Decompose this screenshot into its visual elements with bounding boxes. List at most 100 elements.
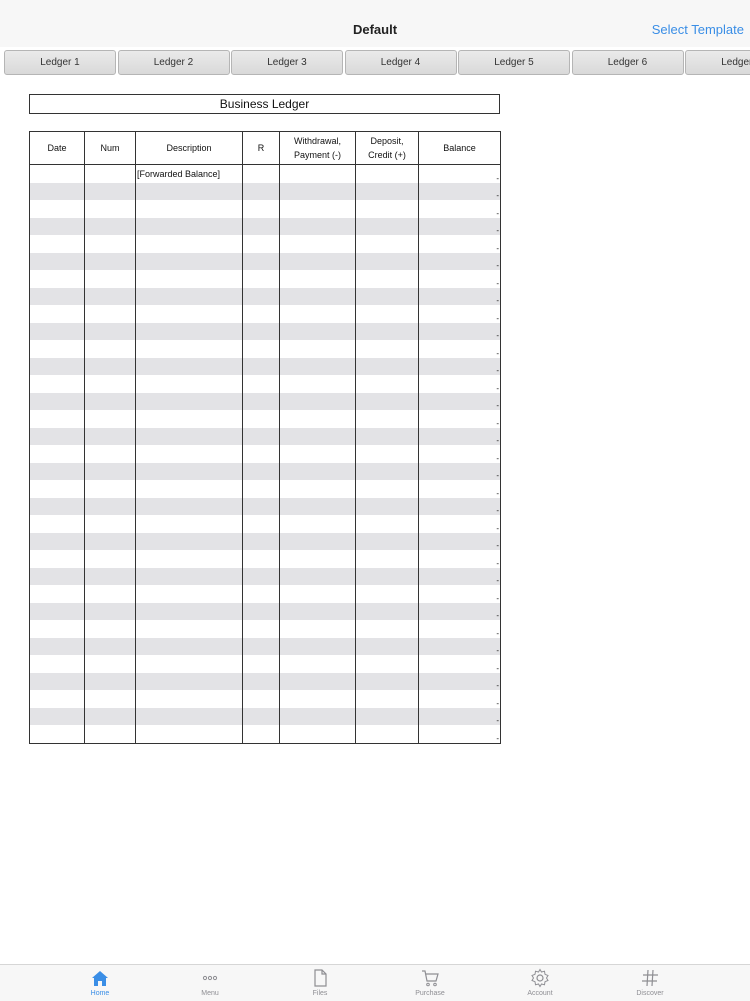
- ledger-cell-date[interactable]: [29, 287, 85, 305]
- ledger-cell-date[interactable]: [29, 445, 85, 463]
- ledger-cell-r[interactable]: [242, 637, 280, 655]
- ledger-cell-balance[interactable]: -: [418, 252, 501, 270]
- ledger-cell-date[interactable]: [29, 182, 85, 200]
- ledger-cell-r[interactable]: [242, 602, 280, 620]
- ledger-cell-r[interactable]: [242, 410, 280, 428]
- ledger-cell-date[interactable]: [29, 690, 85, 708]
- ledger-cell-description[interactable]: [135, 515, 243, 533]
- ledger-cell-deposit[interactable]: [355, 375, 419, 393]
- ledger-cell-balance[interactable]: -: [418, 672, 501, 690]
- ledger-cell-date[interactable]: [29, 515, 85, 533]
- tab-ledger-4[interactable]: Ledger 4: [344, 50, 457, 75]
- ledger-cell-deposit[interactable]: [355, 620, 419, 638]
- ledger-cell-deposit[interactable]: [355, 200, 419, 218]
- ledger-cell-date[interactable]: [29, 602, 85, 620]
- ledger-cell-r[interactable]: [242, 725, 280, 744]
- ledger-cell-deposit[interactable]: [355, 322, 419, 340]
- ledger-cell-deposit[interactable]: [355, 462, 419, 480]
- ledger-cell-balance[interactable]: -: [418, 357, 501, 375]
- ledger-cell-withdrawal[interactable]: [279, 620, 356, 638]
- ledger-cell-withdrawal[interactable]: [279, 550, 356, 568]
- ledger-cell-num[interactable]: [84, 357, 136, 375]
- ledger-cell-withdrawal[interactable]: [279, 585, 356, 603]
- ledger-cell-description[interactable]: [135, 707, 243, 725]
- ledger-cell-deposit[interactable]: [355, 410, 419, 428]
- ledger-cell-balance[interactable]: -: [418, 620, 501, 638]
- ledger-cell-deposit[interactable]: [355, 497, 419, 515]
- ledger-cell-r[interactable]: [242, 375, 280, 393]
- ledger-cell-withdrawal[interactable]: [279, 725, 356, 744]
- ledger-cell-description[interactable]: [135, 480, 243, 498]
- ledger-cell-withdrawal[interactable]: [279, 252, 356, 270]
- ledger-cell-balance[interactable]: -: [418, 567, 501, 585]
- ledger-cell-deposit[interactable]: [355, 217, 419, 235]
- ledger-cell-r[interactable]: [242, 672, 280, 690]
- ledger-cell-withdrawal[interactable]: [279, 480, 356, 498]
- ledger-cell-deposit[interactable]: [355, 164, 419, 183]
- ledger-cell-deposit[interactable]: [355, 690, 419, 708]
- ledger-cell-r[interactable]: [242, 567, 280, 585]
- ledger-cell-description[interactable]: [135, 585, 243, 603]
- ledger-cell-balance[interactable]: -: [418, 182, 501, 200]
- ledger-cell-withdrawal[interactable]: [279, 375, 356, 393]
- ledger-cell-date[interactable]: [29, 672, 85, 690]
- ledger-cell-withdrawal[interactable]: [279, 270, 356, 288]
- ledger-cell-balance[interactable]: -: [418, 725, 501, 744]
- ledger-cell-date[interactable]: [29, 305, 85, 323]
- ledger-cell-description[interactable]: [135, 427, 243, 445]
- ledger-cell-date[interactable]: [29, 655, 85, 673]
- ledger-cell-balance[interactable]: -: [418, 392, 501, 410]
- ledger-cell-withdrawal[interactable]: [279, 164, 356, 183]
- ledger-cell-date[interactable]: [29, 410, 85, 428]
- ledger-cell-deposit[interactable]: [355, 270, 419, 288]
- ledger-cell-deposit[interactable]: [355, 252, 419, 270]
- ledger-cell-balance[interactable]: -: [418, 235, 501, 253]
- ledger-cell-num[interactable]: [84, 445, 136, 463]
- ledger-cell-withdrawal[interactable]: [279, 235, 356, 253]
- ledger-cell-r[interactable]: [242, 305, 280, 323]
- ledger-cell-description[interactable]: [135, 235, 243, 253]
- tabbar-item-discover[interactable]: Discover: [610, 965, 690, 1001]
- ledger-cell-date[interactable]: [29, 340, 85, 358]
- ledger-cell-deposit[interactable]: [355, 550, 419, 568]
- ledger-cell-withdrawal[interactable]: [279, 515, 356, 533]
- ledger-cell-r[interactable]: [242, 690, 280, 708]
- ledger-cell-date[interactable]: [29, 270, 85, 288]
- ledger-cell-balance[interactable]: -: [418, 427, 501, 445]
- ledger-cell-date[interactable]: [29, 427, 85, 445]
- ledger-cell-balance[interactable]: -: [418, 164, 501, 183]
- ledger-cell-r[interactable]: [242, 445, 280, 463]
- ledger-cell-deposit[interactable]: [355, 357, 419, 375]
- ledger-cell-num[interactable]: [84, 637, 136, 655]
- ledger-cell-balance[interactable]: -: [418, 707, 501, 725]
- ledger-cell-description[interactable]: [135, 602, 243, 620]
- ledger-cell-deposit[interactable]: [355, 602, 419, 620]
- ledger-cell-num[interactable]: [84, 410, 136, 428]
- ledger-cell-num[interactable]: [84, 235, 136, 253]
- ledger-cell-date[interactable]: [29, 164, 85, 183]
- ledger-cell-num[interactable]: [84, 392, 136, 410]
- ledger-cell-withdrawal[interactable]: [279, 322, 356, 340]
- ledger-cell-num[interactable]: [84, 200, 136, 218]
- ledger-cell-description[interactable]: [135, 725, 243, 744]
- ledger-cell-deposit[interactable]: [355, 532, 419, 550]
- ledger-cell-r[interactable]: [242, 515, 280, 533]
- ledger-cell-balance[interactable]: -: [418, 200, 501, 218]
- ledger-cell-num[interactable]: [84, 287, 136, 305]
- tabbar-item-menu[interactable]: Menu: [170, 965, 250, 1001]
- ledger-cell-deposit[interactable]: [355, 515, 419, 533]
- ledger-cell-balance[interactable]: -: [418, 497, 501, 515]
- tab-ledger-1[interactable]: Ledger 1: [4, 50, 116, 75]
- ledger-cell-r[interactable]: [242, 217, 280, 235]
- ledger-cell-withdrawal[interactable]: [279, 392, 356, 410]
- tab-ledger-6[interactable]: Ledger 6: [571, 50, 684, 75]
- ledger-cell-balance[interactable]: -: [418, 480, 501, 498]
- ledger-cell-num[interactable]: [84, 217, 136, 235]
- ledger-cell-date[interactable]: [29, 620, 85, 638]
- ledger-cell-num[interactable]: [84, 375, 136, 393]
- ledger-cell-withdrawal[interactable]: [279, 672, 356, 690]
- ledger-cell-r[interactable]: [242, 252, 280, 270]
- ledger-cell-deposit[interactable]: [355, 445, 419, 463]
- ledger-cell-description[interactable]: [135, 270, 243, 288]
- ledger-cell-withdrawal[interactable]: [279, 602, 356, 620]
